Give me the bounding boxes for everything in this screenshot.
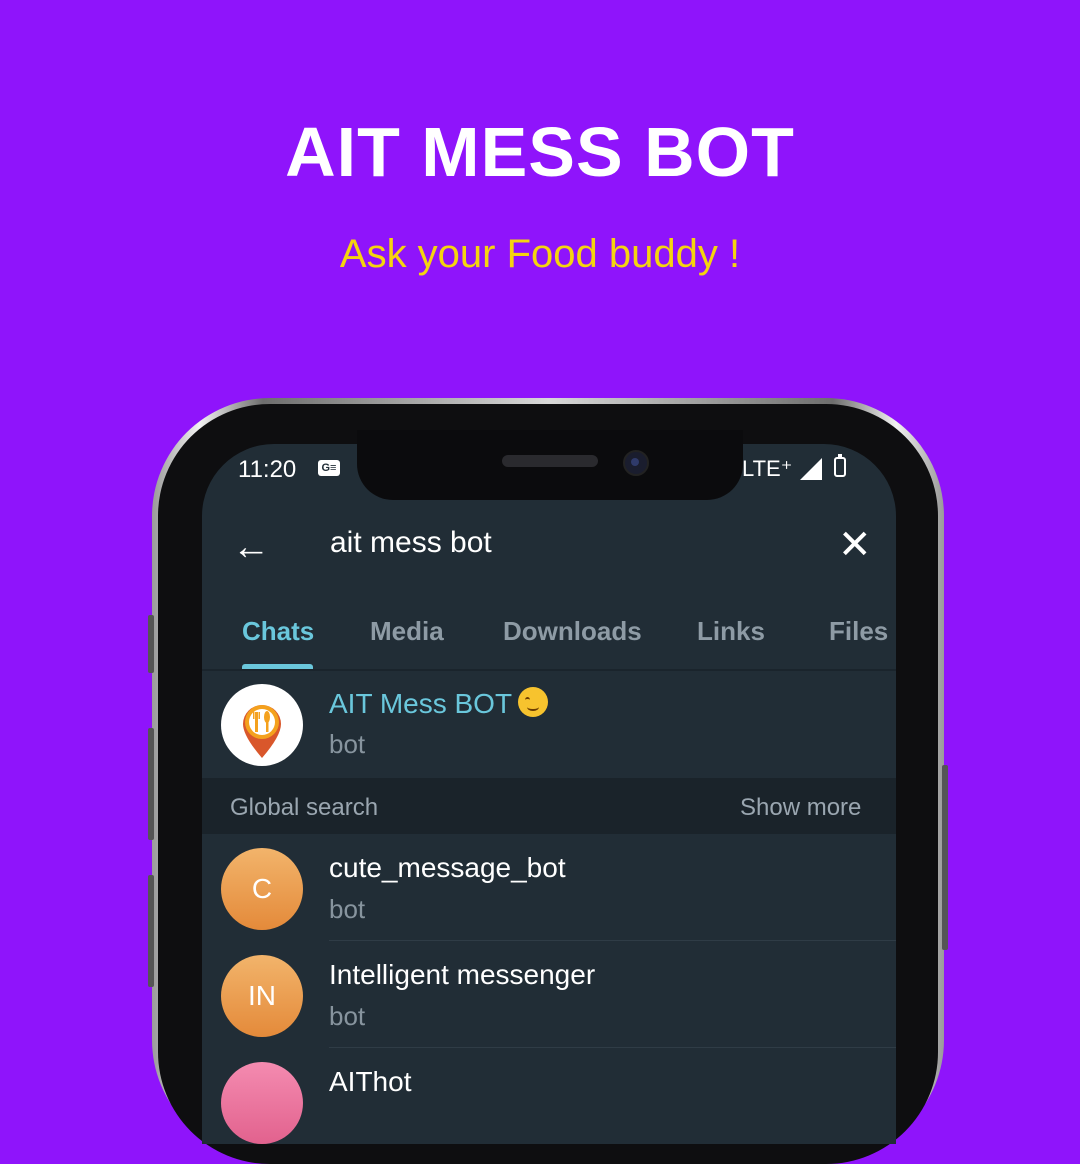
arrow-left-icon[interactable]: ← xyxy=(232,526,270,569)
phone-speaker xyxy=(502,455,598,467)
tab-chats[interactable]: Chats xyxy=(242,616,314,647)
tab-files[interactable]: Files xyxy=(829,616,888,647)
face-savoring-food-icon xyxy=(518,687,549,717)
chat-subtitle: bot xyxy=(329,729,366,759)
chat-title-text: AIT Mess BOT xyxy=(329,688,513,719)
list-item[interactable]: IN Intelligent messenger bot xyxy=(202,941,896,1048)
avatar xyxy=(221,1062,303,1144)
close-icon[interactable]: ✕ xyxy=(838,522,872,568)
list-item[interactable]: C cute_message_bot bot xyxy=(202,834,896,941)
tab-downloads[interactable]: Downloads xyxy=(503,616,642,647)
headline: AIT MESS BOT xyxy=(285,113,795,191)
avatar: C xyxy=(221,848,303,930)
phone-screen: 11:20 G≡ LTE⁺ ← ait mess bot ✕ Chats Med… xyxy=(202,444,896,1144)
network-type: LTE⁺ xyxy=(742,456,793,481)
result-subtitle: bot xyxy=(329,894,366,924)
global-search-label: Global search xyxy=(230,794,379,821)
chat-title: AIT Mess BOT xyxy=(329,687,549,720)
phone-power-button xyxy=(942,765,948,950)
result-title: cute_message_bot xyxy=(329,852,566,883)
result-title: Intelligent messenger xyxy=(329,959,596,990)
phone-volume-up-button xyxy=(148,728,154,840)
chat-result-row[interactable]: AIT Mess BOT bot xyxy=(202,671,896,778)
phone-volume-down-button xyxy=(148,875,154,987)
result-subtitle: bot xyxy=(329,1001,366,1031)
avatar: IN xyxy=(221,955,303,1037)
list-item[interactable]: AIThot xyxy=(202,1048,896,1144)
tab-links[interactable]: Links xyxy=(697,616,765,647)
result-title: AIThot xyxy=(329,1066,412,1097)
tab-media[interactable]: Media xyxy=(370,616,444,647)
battery-icon xyxy=(834,454,846,477)
g-icon: G≡ xyxy=(318,460,340,476)
tagline: Ask your Food buddy ! xyxy=(339,232,741,276)
signal-icon xyxy=(800,458,822,480)
search-input[interactable]: ait mess bot xyxy=(330,526,492,560)
phone-side-button xyxy=(148,615,154,673)
show-more-link[interactable]: Show more xyxy=(740,794,861,822)
front-camera-icon xyxy=(623,450,649,476)
status-time: 11:20 xyxy=(238,456,297,483)
food-bot-avatar xyxy=(221,684,303,766)
